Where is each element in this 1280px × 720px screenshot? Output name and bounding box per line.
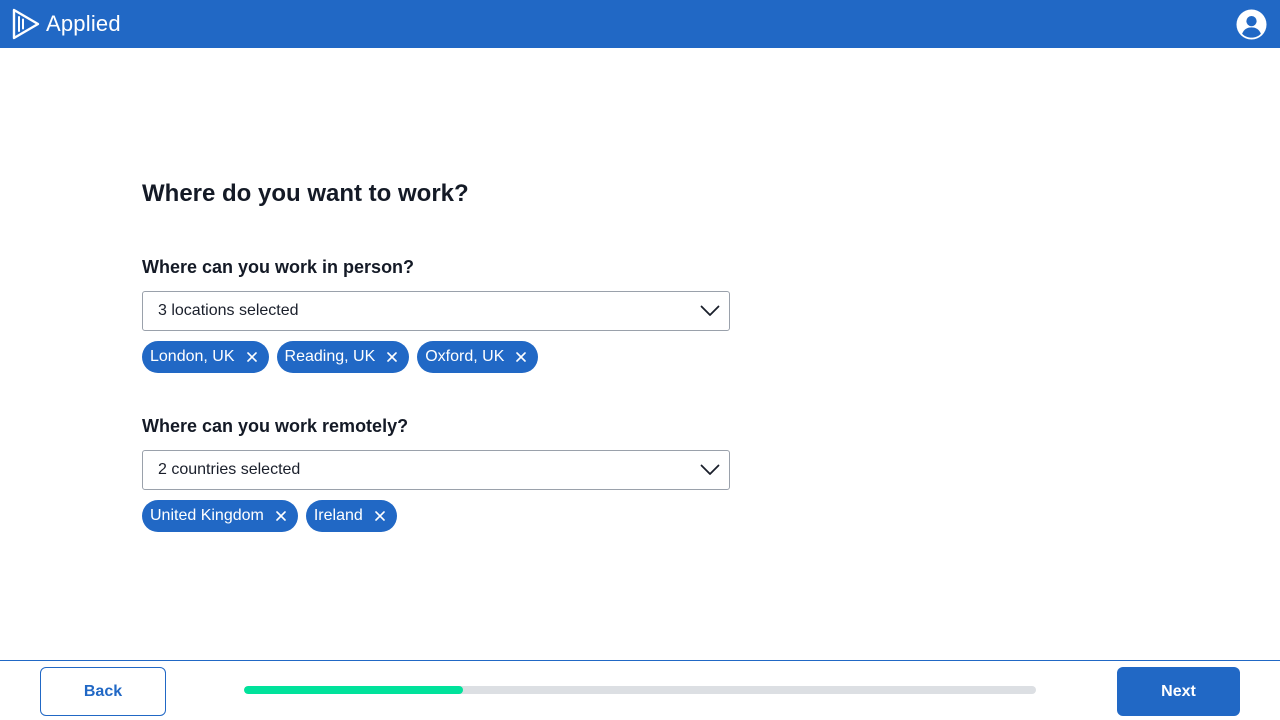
chevron-down-icon — [700, 305, 720, 316]
chip-label: Ireland — [313, 507, 363, 524]
country-chip-ireland: Ireland — [305, 500, 397, 532]
location-chip-reading: Reading, UK — [276, 341, 410, 373]
close-icon — [516, 352, 527, 362]
chip-label: Reading, UK — [284, 348, 376, 365]
chip-label: London, UK — [150, 348, 235, 365]
page-title: Where do you want to work? — [142, 180, 469, 207]
remote-select-value: 2 countries selected — [158, 461, 301, 478]
in-person-chip-list: London, UK Reading, UK Oxford, UK — [142, 341, 730, 373]
remote-label: Where can you work remotely? — [142, 416, 409, 436]
in-person-locations-select[interactable]: 3 locations selected — [142, 291, 730, 331]
remove-chip-united-kingdom-button[interactable] — [274, 509, 288, 523]
brand-name: Applied — [46, 11, 121, 36]
next-button[interactable]: Next — [1117, 667, 1240, 716]
close-icon — [374, 511, 385, 521]
remove-chip-ireland-button[interactable] — [373, 509, 387, 523]
in-person-label: Where can you work in person? — [142, 257, 415, 277]
form-footer: Back Next — [0, 660, 1280, 720]
in-person-select-value: 3 locations selected — [158, 302, 299, 319]
remove-chip-reading-button[interactable] — [385, 350, 399, 364]
progress-bar-fill — [244, 686, 464, 694]
chevron-down-icon — [700, 464, 720, 475]
chip-label: United Kingdom — [150, 507, 264, 524]
remote-chip-list: United Kingdom Ireland — [142, 500, 730, 532]
applied-logo-icon — [12, 8, 40, 40]
close-icon — [387, 352, 398, 362]
top-navigation-bar: Applied — [0, 0, 1280, 48]
remove-chip-london-button[interactable] — [245, 350, 259, 364]
close-icon — [276, 511, 286, 521]
user-circle-icon[interactable] — [1236, 8, 1267, 40]
remote-countries-select[interactable]: 2 countries selected — [142, 450, 730, 490]
back-button[interactable]: Back — [40, 667, 166, 716]
location-chip-london: London, UK — [142, 341, 269, 373]
country-chip-united-kingdom: United Kingdom — [142, 500, 298, 532]
remove-chip-oxford-button[interactable] — [514, 350, 528, 364]
chip-label: Oxford, UK — [425, 348, 505, 365]
progress-bar — [244, 686, 1036, 694]
work-location-form: Where do you want to work? Where can you… — [142, 178, 742, 532]
remote-question: Where can you work remotely? 2 countries… — [142, 414, 730, 532]
location-chip-oxford: Oxford, UK — [417, 341, 539, 373]
brand[interactable]: Applied — [12, 8, 121, 40]
in-person-question: Where can you work in person? 3 location… — [142, 255, 730, 373]
close-icon — [246, 352, 257, 362]
